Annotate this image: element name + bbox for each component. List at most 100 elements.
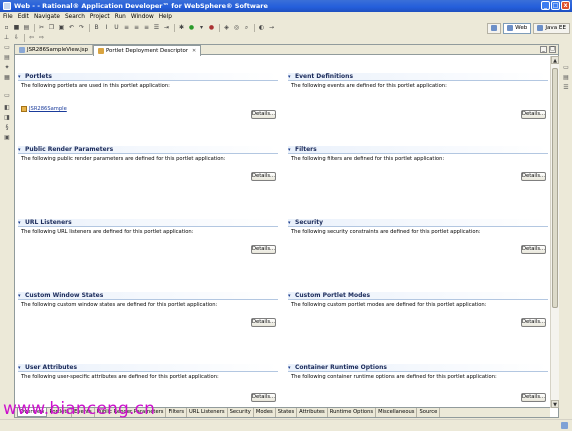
details-button[interactable]: Details... [251, 245, 276, 254]
scroll-up-icon[interactable]: ▲ [551, 56, 559, 64]
vertical-scrollbar[interactable]: ▲ ▼ [550, 56, 559, 408]
project-explorer-icon[interactable]: ▤ [3, 54, 11, 61]
perspective-java-ee[interactable]: Java EE [533, 22, 570, 34]
menu-navigate[interactable]: Navigate [34, 14, 60, 20]
close-button[interactable]: x [561, 1, 570, 10]
details-button[interactable]: Details... [521, 110, 546, 119]
annotation-icon[interactable]: ⇩ [13, 34, 20, 41]
menu-search[interactable]: Search [65, 14, 85, 20]
maximize-editor-icon[interactable]: □ [549, 46, 556, 53]
page-tab-states[interactable]: States [276, 408, 298, 417]
perspective-web[interactable]: Web [503, 22, 532, 34]
task-list-icon[interactable]: ☰ [562, 84, 570, 91]
undo-icon[interactable]: ↶ [68, 24, 75, 31]
indent-icon[interactable]: ⇥ [163, 24, 170, 31]
open-type-icon[interactable]: ◎ [233, 24, 240, 31]
collapse-icon[interactable]: ▾ [18, 293, 21, 299]
copy-icon[interactable]: ❐ [48, 24, 55, 31]
tab-jsr286-sample-view[interactable]: JSR286SampleView.jsp [15, 45, 93, 55]
forward-nav-icon[interactable]: → [268, 24, 275, 31]
new-icon[interactable]: ▫ [3, 24, 10, 31]
section-header[interactable]: ▾ Security [288, 219, 548, 227]
details-button[interactable]: Details... [521, 172, 546, 181]
browser-icon[interactable]: ◐ [258, 24, 265, 31]
collapse-icon[interactable]: ▾ [18, 74, 21, 80]
debug-icon[interactable]: ✱ [178, 24, 185, 31]
menu-file[interactable]: File [3, 14, 13, 20]
tab-portlet-deployment-descriptor[interactable]: Portlet Deployment Descriptor ✕ [93, 45, 202, 56]
run-icon[interactable]: ● [188, 24, 195, 31]
page-tab-source[interactable]: Source [417, 408, 441, 417]
collapse-icon[interactable]: ▾ [288, 74, 291, 80]
portlet-entry[interactable]: JSR286Sample [21, 106, 67, 112]
collapse-icon[interactable]: ▾ [288, 147, 291, 153]
collapse-icon[interactable]: ▾ [288, 365, 291, 371]
back-icon[interactable]: ⇦ [28, 34, 35, 41]
redo-icon[interactable]: ↷ [78, 24, 85, 31]
align-left-icon[interactable]: ≡ [123, 24, 130, 31]
section-header[interactable]: ▾ Public Render Parameters [18, 146, 278, 154]
scroll-thumb[interactable] [552, 68, 558, 308]
menu-run[interactable]: Run [115, 14, 126, 20]
menu-edit[interactable]: Edit [18, 14, 29, 20]
italic-icon[interactable]: I [103, 24, 110, 31]
details-button[interactable]: Details... [251, 318, 276, 327]
collapse-icon[interactable]: ▾ [288, 220, 291, 226]
page-tab-filters[interactable]: Filters [166, 408, 188, 417]
details-button[interactable]: Details... [521, 318, 546, 327]
page-tab-miscellaneous[interactable]: Miscellaneous [376, 408, 418, 417]
open-perspective-button[interactable] [487, 22, 502, 34]
section-header[interactable]: ▾ Custom Window States [18, 292, 278, 300]
list-icon[interactable]: ☰ [153, 24, 160, 31]
menu-help[interactable]: Help [159, 14, 172, 20]
menu-window[interactable]: Window [131, 14, 154, 20]
details-button[interactable]: Details... [521, 393, 546, 402]
details-button[interactable]: Details... [521, 245, 546, 254]
collapse-icon[interactable]: ▾ [288, 293, 291, 299]
page-tab-url-listeners[interactable]: URL Listeners [187, 408, 228, 417]
forward-icon[interactable]: ⇨ [38, 34, 45, 41]
print-icon[interactable]: ▤ [23, 24, 30, 31]
cut-icon[interactable]: ✂ [38, 24, 45, 31]
restore-icon[interactable]: ▭ [3, 44, 11, 51]
page-tab-modes[interactable]: Modes [254, 408, 276, 417]
underline-icon[interactable]: U [113, 24, 120, 31]
search-icon[interactable]: ⌕ [243, 24, 250, 31]
servers-icon[interactable]: ◨ [3, 114, 11, 121]
section-header[interactable]: ▾ Container Runtime Options [288, 364, 548, 372]
save-icon[interactable]: ■ [13, 24, 20, 31]
outline-icon[interactable]: ▦ [3, 74, 11, 81]
details-button[interactable]: Details... [251, 172, 276, 181]
paste-icon[interactable]: ▣ [58, 24, 65, 31]
align-center-icon[interactable]: ≡ [133, 24, 140, 31]
restore-icon[interactable]: ▭ [3, 92, 11, 99]
console-icon[interactable]: ▣ [3, 134, 11, 141]
restore-icon[interactable]: ▭ [562, 64, 570, 71]
pin-icon[interactable]: ⊥ [3, 34, 10, 41]
bold-icon[interactable]: B [93, 24, 100, 31]
minimize-button[interactable]: _ [541, 1, 550, 10]
section-header[interactable]: ▾ Portlets [18, 73, 278, 81]
portlet-link-label[interactable]: JSR286Sample [29, 106, 67, 112]
new-server-icon[interactable]: ◈ [223, 24, 230, 31]
maximize-button[interactable]: □ [551, 1, 560, 10]
section-header[interactable]: ▾ Custom Portlet Modes [288, 292, 548, 300]
collapse-icon[interactable]: ▾ [18, 147, 21, 153]
section-header[interactable]: ▾ User Attributes [18, 364, 278, 372]
details-button[interactable]: Details... [251, 393, 276, 402]
run-dropdown-icon[interactable]: ▾ [198, 24, 205, 31]
menu-project[interactable]: Project [90, 14, 110, 20]
section-header[interactable]: ▾ Filters [288, 146, 548, 154]
collapse-icon[interactable]: ▾ [18, 220, 21, 226]
minimize-editor-icon[interactable]: _ [540, 46, 547, 53]
tab-close-icon[interactable]: ✕ [192, 46, 196, 56]
collapse-icon[interactable]: ▾ [18, 365, 21, 371]
section-header[interactable]: ▾ URL Listeners [18, 219, 278, 227]
palette-icon[interactable]: ✦ [3, 64, 11, 71]
properties-icon[interactable]: ◧ [3, 104, 11, 111]
scroll-down-icon[interactable]: ▼ [551, 400, 559, 408]
section-header[interactable]: ▾ Event Definitions [288, 73, 548, 81]
outline-view-icon[interactable]: ▤ [562, 74, 570, 81]
snippets-icon[interactable]: § [3, 124, 11, 131]
align-right-icon[interactable]: ≡ [143, 24, 150, 31]
